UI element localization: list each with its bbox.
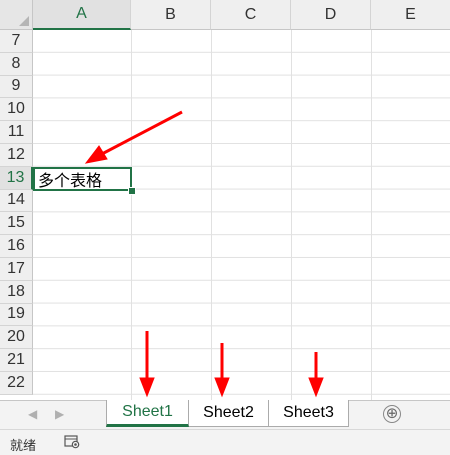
status-mode: 就绪 [10,439,37,454]
row-header[interactable]: 11 [0,121,33,144]
row-header[interactable]: 17 [0,257,33,281]
tab-sheet1[interactable]: Sheet1 [106,400,189,427]
row-header[interactable]: 10 [0,98,33,122]
column-headers: A B C D E [33,0,450,30]
column-header-b[interactable]: B [131,0,211,30]
row-header[interactable]: 18 [0,280,33,304]
row-header[interactable]: 15 [0,212,33,236]
select-all-corner[interactable] [0,0,33,30]
active-cell-a13[interactable]: 多个表格 [33,167,132,191]
column-header-a[interactable]: A [33,0,131,30]
row-header[interactable]: 9 [0,75,33,99]
corner-select-icon [19,16,29,26]
tab-sheet2[interactable]: Sheet2 [189,400,269,427]
sheet-tabs: Sheet1 Sheet2 Sheet3 [106,400,349,427]
column-header-d[interactable]: D [291,0,371,30]
gridline [291,30,292,400]
column-header-e[interactable]: E [371,0,450,30]
scroll-right-icon[interactable]: ▶ [55,407,64,421]
row-header[interactable]: 16 [0,235,33,258]
row-header[interactable]: 21 [0,349,33,372]
spreadsheet-grid[interactable]: A B C D E 7 8 9 10 11 12 13 14 15 16 17 … [0,0,450,400]
status-bar: 就绪 [0,429,450,455]
cell-area[interactable] [33,30,450,400]
sheet-tab-bar: ◀ ▶ Sheet1 Sheet2 Sheet3 ⊕ [0,400,450,429]
gridline [211,30,212,400]
add-sheet-icon[interactable]: ⊕ [383,405,401,423]
row-header[interactable]: 12 [0,143,33,167]
row-headers: 7 8 9 10 11 12 13 14 15 16 17 18 19 20 2… [0,30,33,395]
gridline [371,30,372,400]
row-header[interactable]: 14 [0,189,33,213]
row-header[interactable]: 8 [0,52,33,76]
row-header[interactable]: 19 [0,303,33,327]
gridline [131,30,132,400]
row-header[interactable]: 22 [0,371,33,395]
tab-sheet3[interactable]: Sheet3 [269,400,349,427]
macro-record-icon[interactable] [64,435,80,449]
fill-handle[interactable] [128,187,136,195]
row-header[interactable]: 7 [0,30,33,53]
row-header[interactable]: 20 [0,326,33,350]
column-header-c[interactable]: C [211,0,291,30]
scroll-left-icon[interactable]: ◀ [28,407,37,421]
row-header-active[interactable]: 13 [0,166,33,190]
